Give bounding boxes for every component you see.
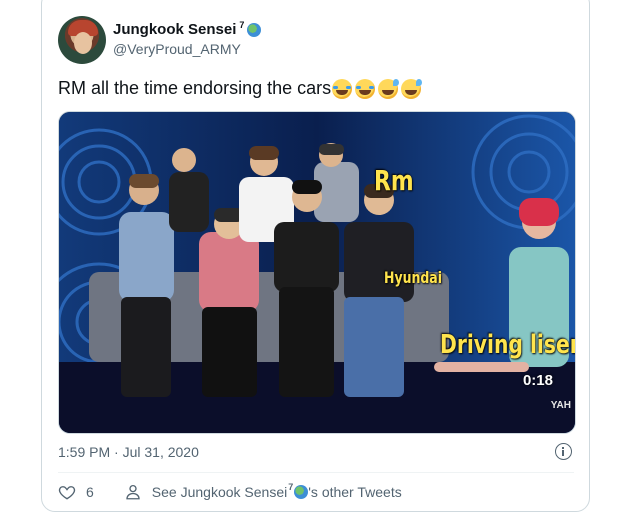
globe-emoji-icon	[294, 485, 309, 499]
sweat-smile-emoji-icon	[401, 78, 423, 99]
tweet-text: RM all the time endorsing the cars	[58, 78, 423, 99]
like-button[interactable]: 6	[58, 483, 94, 501]
video-player[interactable]: Rm Hyundai Driving lisence 0:18 YAH	[58, 111, 576, 434]
user-handle[interactable]: @VeryProud_ARMY	[113, 41, 241, 57]
other-tweets-suffix: 's other Tweets	[308, 484, 402, 500]
video-timestamp: 0:18	[522, 372, 553, 389]
avatar[interactable]	[58, 16, 106, 64]
info-icon[interactable]	[555, 443, 572, 460]
other-tweets-prefix: See Jungkook Sensei	[151, 484, 288, 500]
tears-of-joy-emoji-icon	[332, 78, 353, 99]
yahoo-watermark: YAH	[550, 400, 571, 411]
tweet-actions: 6 See Jungkook Sensei 7 's other Tweets	[58, 482, 402, 501]
divider	[58, 472, 574, 473]
caption-hyundai: Hyundai	[384, 268, 442, 287]
avatar-face	[74, 32, 92, 54]
person-icon	[126, 484, 140, 500]
tweet-timestamp[interactable]: 1:59 PM · Jul 31, 2020	[58, 444, 199, 460]
author-name-row[interactable]: Jungkook Sensei 7	[113, 19, 262, 38]
see-other-tweets-link[interactable]: See Jungkook Sensei 7 's other Tweets	[124, 482, 402, 501]
video-frame	[59, 112, 575, 433]
tears-of-joy-emoji-icon	[355, 78, 376, 99]
like-count: 6	[86, 484, 94, 500]
tweet-body: RM all the time endorsing the cars	[58, 78, 332, 98]
sweat-smile-emoji-icon	[378, 78, 400, 99]
display-name[interactable]: Jungkook Sensei	[113, 21, 236, 38]
globe-emoji-icon	[247, 22, 262, 37]
caption-driving-license: Driving lisence	[440, 330, 575, 360]
heart-icon	[58, 486, 76, 500]
other-tweets-superscript: 7	[288, 482, 294, 492]
name-superscript: 7	[239, 19, 245, 30]
emoji-row	[332, 78, 423, 99]
caption-rm: Rm	[374, 164, 414, 197]
